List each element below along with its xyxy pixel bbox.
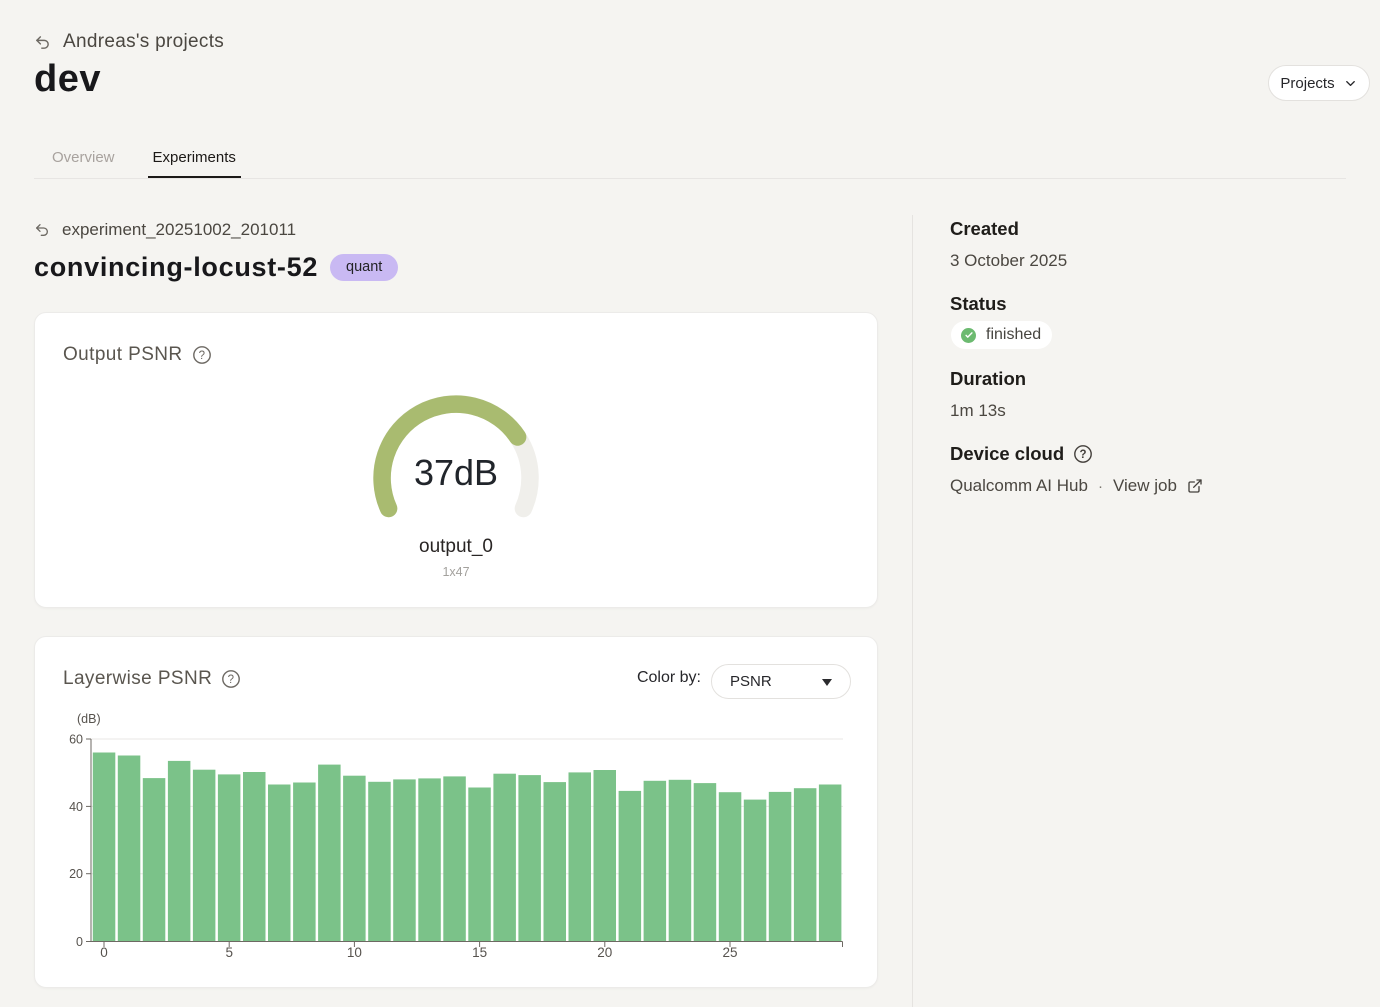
svg-text:5: 5 [225,945,233,960]
svg-text:0: 0 [76,935,83,949]
svg-text:10: 10 [347,945,362,960]
svg-text:?: ? [1080,449,1087,461]
svg-text:60: 60 [69,733,83,747]
svg-text:20: 20 [597,945,612,960]
svg-text:0: 0 [100,945,108,960]
svg-text:20: 20 [69,867,83,881]
svg-text:40: 40 [69,800,83,814]
svg-text:25: 25 [722,945,737,960]
svg-text:15: 15 [472,945,487,960]
svg-text:(dB): (dB) [77,712,101,726]
